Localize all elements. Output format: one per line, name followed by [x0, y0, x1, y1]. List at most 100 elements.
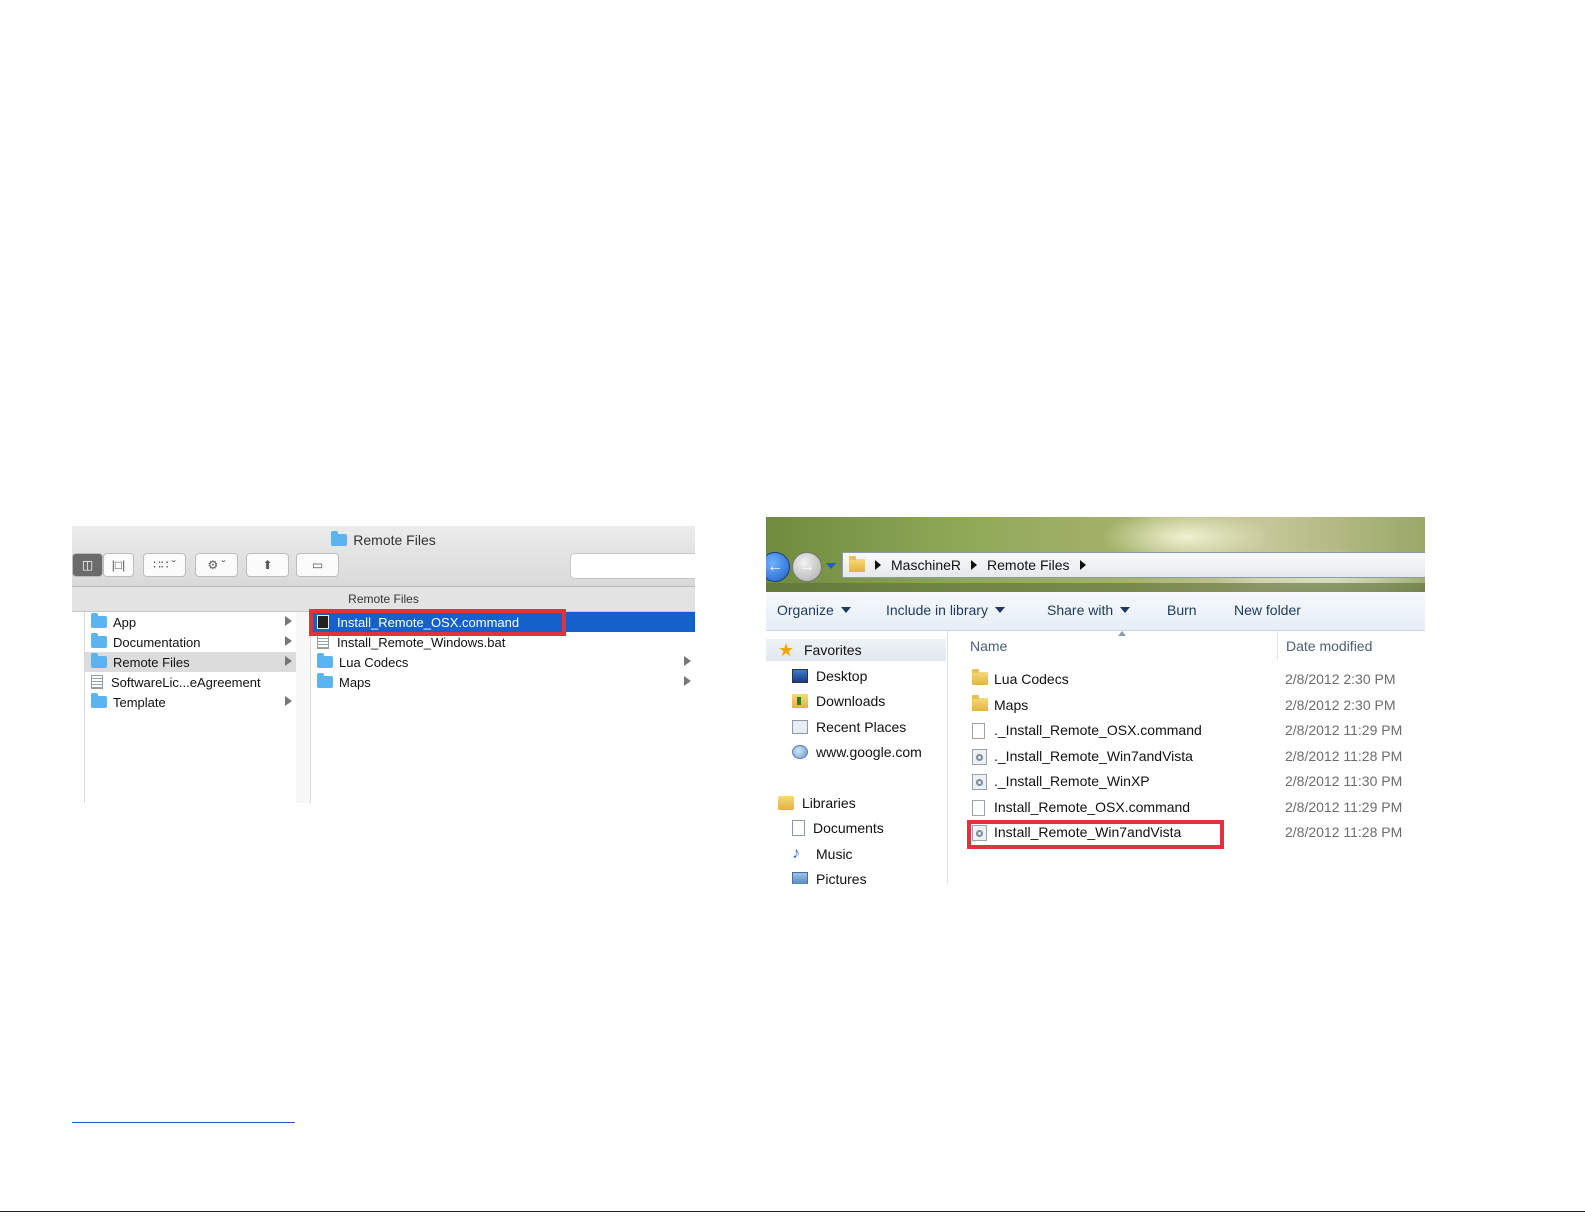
breadcrumb-arrow-icon[interactable]	[971, 560, 978, 570]
dropdown-caret-icon	[840, 607, 851, 613]
share-icon[interactable]: ⬆	[246, 553, 289, 577]
folder-icon	[91, 693, 107, 708]
nav-favorites[interactable]: ★ Favorites	[778, 639, 862, 661]
nav-label: Favorites	[804, 642, 862, 658]
command-label: Include in library	[886, 602, 988, 618]
table-row[interactable]: ._Install_Remote_Win7andVista 2/8/2012 1…	[948, 745, 1425, 769]
nav-item-music[interactable]: ♪ Music	[792, 843, 853, 865]
command-label: New folder	[1234, 602, 1301, 618]
table-row[interactable]: ._Install_Remote_WinXP 2/8/2012 11:30 PM	[948, 770, 1425, 794]
nav-item-documents[interactable]: Documents	[792, 817, 884, 839]
folder-icon	[972, 669, 988, 685]
forward-arrow-icon[interactable]: →	[792, 552, 822, 582]
highlight-box-osx	[309, 609, 566, 636]
folder-icon	[317, 673, 333, 688]
coverflow-view-icon[interactable]: |□|	[103, 553, 134, 577]
file-date: 2/8/2012 11:28 PM	[1285, 748, 1403, 764]
file-name: ._Install_Remote_OSX.command	[994, 722, 1202, 738]
burn-button[interactable]: Burn	[1167, 602, 1197, 618]
search-input[interactable]	[570, 553, 695, 579]
disclosure-arrow-icon	[684, 676, 691, 686]
folder-icon	[317, 653, 333, 668]
batch-file-icon	[972, 774, 987, 790]
list-item[interactable]: Template	[85, 692, 296, 712]
titlebar-strip	[766, 583, 1425, 592]
share-with-menu[interactable]: Share with	[1047, 602, 1131, 618]
column-header-date[interactable]: Date modified	[1286, 638, 1372, 654]
disclosure-arrow-icon	[285, 656, 292, 666]
column-header-name[interactable]: Name	[970, 638, 1007, 654]
recent-places-icon	[792, 720, 808, 734]
file-date: 2/8/2012 11:28 PM	[1285, 824, 1403, 840]
address-bar[interactable]: MaschineR Remote Files	[842, 552, 1425, 578]
finder-column-contents: Install_Remote_OSX.command Install_Remot…	[311, 612, 695, 803]
list-item[interactable]: Documentation	[85, 632, 296, 652]
breadcrumb-item[interactable]: Remote Files	[987, 557, 1069, 573]
folder-icon	[331, 531, 348, 546]
list-item[interactable]: SoftwareLic...eAgreement	[85, 672, 296, 692]
nav-label: Recent Places	[816, 719, 907, 735]
include-in-library-menu[interactable]: Include in library	[886, 602, 1005, 618]
table-row[interactable]: Maps 2/8/2012 2:30 PM	[948, 694, 1425, 718]
command-label: Organize	[777, 602, 834, 618]
recent-pages-dropdown-icon[interactable]	[826, 563, 836, 569]
nav-item-recent-places[interactable]: Recent Places	[792, 716, 906, 738]
file-name: Lua Codecs	[994, 671, 1069, 687]
breadcrumb-arrow-icon[interactable]	[875, 560, 881, 570]
nav-item-desktop[interactable]: Desktop	[792, 665, 867, 687]
finder-window-title: Remote Files	[72, 530, 695, 550]
music-icon: ♪	[792, 845, 800, 862]
item-label: App	[113, 614, 137, 630]
new-folder-button[interactable]: New folder	[1234, 602, 1301, 618]
tag-icon[interactable]: ▭	[296, 553, 339, 577]
organize-menu[interactable]: Organize	[777, 602, 851, 618]
columns-view-icon[interactable]: ◫	[72, 553, 103, 577]
list-item[interactable]: App	[85, 612, 296, 632]
arrange-grid-icon[interactable]: ∷∷ ˇ	[143, 553, 186, 577]
disclosure-arrow-icon	[285, 636, 292, 646]
table-row[interactable]: ._Install_Remote_OSX.command 2/8/2012 11…	[948, 719, 1425, 743]
gear-icon[interactable]: ⚙ ˇ	[195, 553, 238, 577]
document-icon	[972, 723, 985, 739]
file-date: 2/8/2012 11:30 PM	[1285, 773, 1403, 789]
list-item[interactable]: Lua Codecs	[311, 652, 695, 672]
finder-column-parent: App Documentation Remote Files SoftwareL…	[84, 612, 297, 803]
nav-libraries[interactable]: Libraries	[778, 792, 856, 814]
file-name: Install_Remote_OSX.command	[994, 799, 1191, 815]
footnote-rule	[72, 1122, 295, 1123]
documents-icon	[792, 820, 805, 836]
nav-label: Pictures	[816, 871, 867, 884]
folder-icon	[91, 613, 107, 628]
table-row[interactable]: Lua Codecs 2/8/2012 2:30 PM	[948, 668, 1425, 692]
star-icon: ★	[778, 640, 795, 660]
item-label: Install_Remote_Windows.bat	[337, 634, 506, 650]
list-item[interactable]: Maps	[311, 672, 695, 692]
item-label: Maps	[339, 674, 371, 690]
breadcrumb-item[interactable]: MaschineR	[891, 557, 961, 573]
pictures-icon	[792, 872, 808, 884]
nav-label: Libraries	[802, 795, 856, 811]
web-link-icon	[792, 745, 808, 759]
file-date: 2/8/2012 11:29 PM	[1285, 799, 1403, 815]
file-date: 2/8/2012 11:29 PM	[1285, 722, 1403, 738]
nav-item-pictures[interactable]: Pictures	[792, 868, 867, 884]
nav-item-google[interactable]: www.google.com	[792, 741, 922, 763]
column-divider[interactable]	[1277, 631, 1278, 661]
list-item-selected[interactable]: Remote Files	[85, 652, 296, 672]
folder-icon	[972, 695, 988, 711]
command-bar: Organize Include in library Share with B…	[766, 592, 1425, 631]
sort-ascending-icon	[1118, 631, 1126, 636]
window-title-text: Remote Files	[353, 532, 436, 548]
disclosure-arrow-icon	[285, 696, 292, 706]
nav-label: Documents	[813, 820, 884, 836]
item-label: Lua Codecs	[339, 654, 409, 670]
breadcrumb-arrow-icon[interactable]	[1079, 560, 1086, 570]
path-header-text: Remote Files	[348, 592, 419, 606]
command-label: Burn	[1167, 602, 1197, 618]
table-row[interactable]: Install_Remote_OSX.command 2/8/2012 11:2…	[948, 796, 1425, 820]
disclosure-arrow-icon	[285, 616, 292, 626]
document-icon	[91, 675, 103, 689]
nav-item-downloads[interactable]: Downloads	[792, 690, 885, 712]
nav-label: Downloads	[816, 693, 886, 709]
column-resize-handle[interactable]	[296, 612, 311, 803]
